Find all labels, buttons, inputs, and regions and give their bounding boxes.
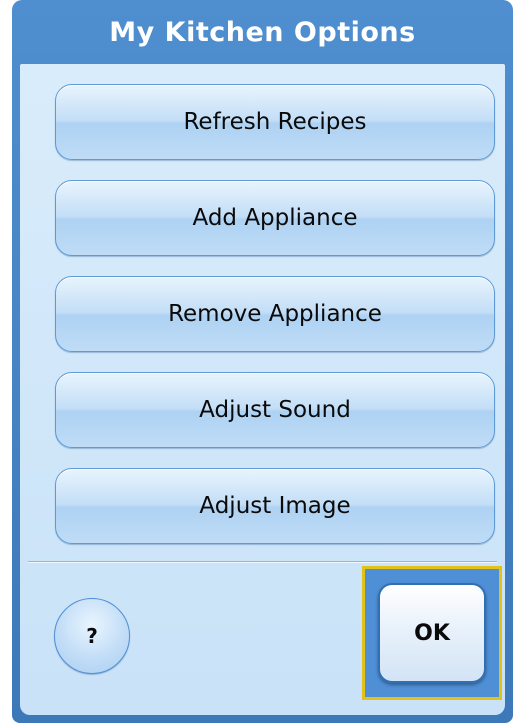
remove-appliance-button[interactable]: Remove Appliance [55, 276, 495, 352]
kitchen-options-dialog: My Kitchen Options Refresh Recipes Add A… [12, 0, 513, 723]
refresh-recipes-button[interactable]: Refresh Recipes [55, 84, 495, 160]
options-panel: Refresh Recipes Add Appliance Remove App… [20, 64, 505, 715]
ok-button[interactable]: OK [378, 583, 486, 683]
footer-divider [28, 561, 497, 563]
dialog-title: My Kitchen Options [109, 16, 416, 48]
add-appliance-button[interactable]: Add Appliance [55, 180, 495, 256]
adjust-sound-button[interactable]: Adjust Sound [55, 372, 495, 448]
help-button[interactable]: ? [54, 598, 130, 674]
ok-focus-frame: OK [362, 566, 502, 700]
adjust-image-button[interactable]: Adjust Image [55, 468, 495, 544]
